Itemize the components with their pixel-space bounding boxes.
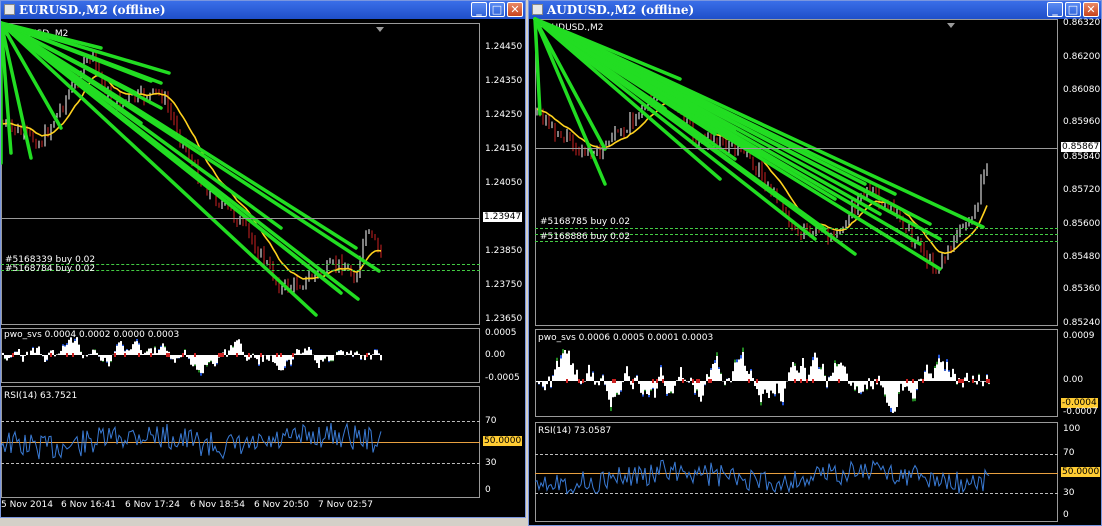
rsi-tick: 0 (485, 485, 491, 495)
close-button[interactable]: ✕ (1083, 2, 1099, 17)
rsi-line (1, 422, 382, 460)
price-tick: 1.23750 (485, 280, 523, 290)
pwo-tick: 0.0005 (485, 328, 517, 338)
eurusd-price-chart (1, 21, 382, 317)
eurusd-titlebar[interactable]: EURUSD.,M2 (offline) _ □ ✕ (1, 1, 525, 19)
rsi-tick: 30 (485, 458, 497, 468)
time-tick: 7 Nov 02:57 (318, 500, 373, 510)
time-tick: 6 Nov 18:54 (190, 500, 245, 510)
audusd-chart-window[interactable]: AUDUSD.,M2 (offline) _ □ ✕ ▾ AUDUSD.,M2 … (528, 0, 1102, 526)
current-price-line (1, 218, 480, 219)
chart-window-icon (4, 4, 15, 15)
time-tick: 6 Nov 20:50 (254, 500, 309, 510)
rsi-tick: 100 (1063, 424, 1081, 434)
eurusd-chart-window[interactable]: EURUSD.,M2 (offline) _ □ ✕ ▾ EURUSD.,M2 … (0, 0, 526, 518)
price-tick: 1.23650 (485, 314, 523, 324)
time-tick: 5 Nov 2014 (1, 500, 53, 510)
rsi-level-tag: 50.0000 (483, 436, 523, 446)
price-tick: 1.24150 (485, 144, 523, 154)
price-tick: 0.86200 (1063, 52, 1101, 62)
price-tick: 1.24050 (485, 178, 523, 188)
taskbar-strip (0, 518, 466, 526)
price-tick: 1.24350 (485, 76, 523, 86)
pwo-tick: -0.0005 (485, 373, 520, 383)
price-tick: 0.85720 (1063, 185, 1101, 195)
price-tick: 0.85240 (1063, 318, 1101, 328)
price-tick: 0.85840 (1063, 152, 1101, 162)
chart-window-icon (532, 4, 543, 15)
rsi-line-chart (534, 459, 990, 495)
price-tick: 0.86320 (1063, 18, 1101, 28)
audusd-price-chart (533, 17, 988, 274)
trend-segment (1, 21, 381, 273)
rsi-tick: 30 (1063, 488, 1075, 498)
rsi-line (534, 459, 990, 495)
pwo-tick: 0.0009 (1063, 331, 1095, 341)
price-tick: 1.23850 (485, 246, 523, 256)
pwo-histogram (2, 337, 382, 376)
pwo-histogram (536, 347, 990, 413)
price-tick: 0.85600 (1063, 219, 1101, 229)
rsi-level-tag: 50.0000 (1061, 467, 1101, 477)
rsi-tick: 0 (1063, 510, 1069, 520)
price-tick: 0.86080 (1063, 85, 1101, 95)
price-tick: 0.85960 (1063, 117, 1101, 127)
current-price-line (535, 148, 1058, 149)
price-tick: 1.24250 (485, 110, 523, 120)
current-price-tag: 0.85867 (1061, 142, 1101, 152)
order-label-2: #5168784 buy 0.02 (5, 264, 96, 274)
rsi-tick: 70 (1063, 448, 1075, 458)
close-button[interactable]: ✕ (507, 2, 523, 17)
maximize-button[interactable]: □ (489, 2, 505, 17)
price-tick: 0.85360 (1063, 284, 1101, 294)
current-price-tag: 1.23947 (483, 212, 523, 222)
window-title: AUDUSD.,M2 (offline) (547, 3, 695, 17)
price-tick: 0.85480 (1063, 252, 1101, 262)
order-label-1: #5168785 buy 0.02 (540, 217, 631, 227)
pwo-tick: -0.0007 (1063, 407, 1098, 417)
window-title: EURUSD.,M2 (offline) (19, 3, 166, 17)
pwo-tick: 0.00 (1063, 375, 1084, 385)
rsi-line-chart (1, 422, 382, 460)
minimize-button[interactable]: _ (1047, 2, 1063, 17)
time-tick: 6 Nov 16:41 (61, 500, 116, 510)
order-line-1[interactable] (535, 228, 1058, 229)
minimize-button[interactable]: _ (471, 2, 487, 17)
audusd-titlebar[interactable]: AUDUSD.,M2 (offline) _ □ ✕ (529, 1, 1101, 19)
maximize-button[interactable]: □ (1065, 2, 1081, 17)
pwo-tick: 0.00 (485, 350, 506, 360)
time-tick: 6 Nov 17:24 (125, 500, 180, 510)
rsi-tick: 70 (485, 416, 497, 426)
order-label-2: #5168886 buy 0.02 (540, 232, 631, 242)
price-tick: 1.24450 (485, 42, 523, 52)
